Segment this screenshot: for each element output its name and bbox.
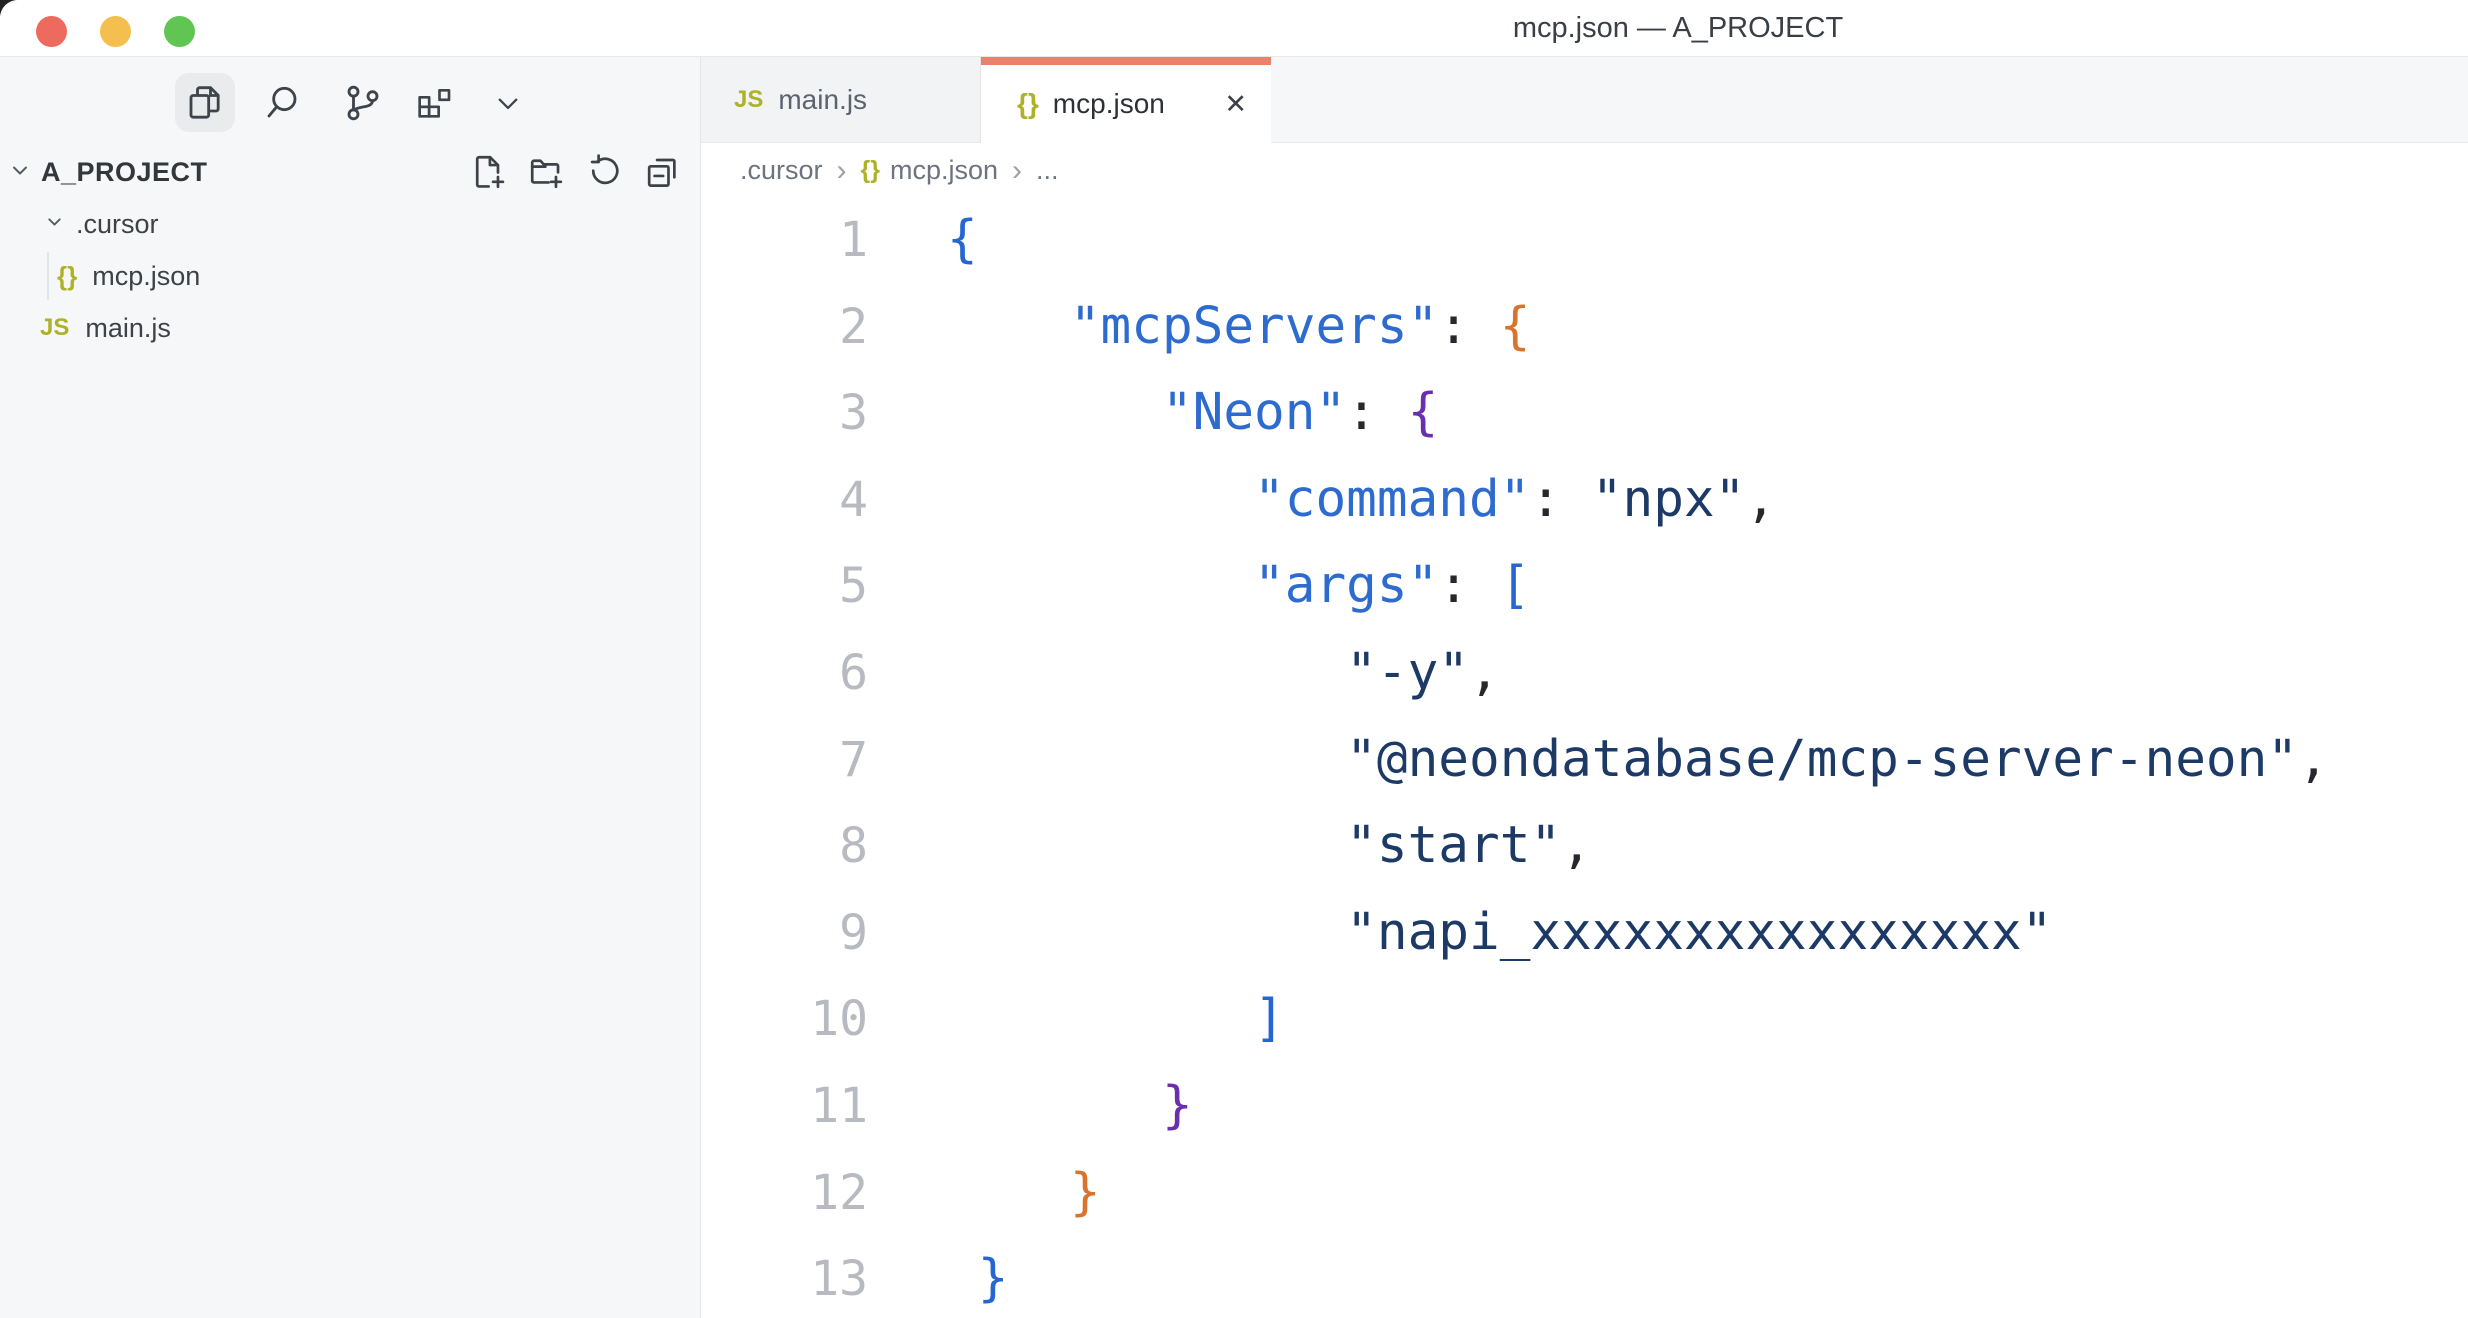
search-view-button[interactable] (252, 73, 312, 132)
code-text: "args": [ (947, 543, 1530, 630)
minimize-window-button[interactable] (100, 16, 131, 47)
tab-mcp-json[interactable]: {} mcp.json ✕ (981, 57, 1271, 143)
new-folder-button[interactable] (524, 150, 568, 194)
traffic-lights (36, 16, 195, 47)
tree-item-cursor-folder[interactable]: .cursor (0, 198, 700, 250)
line-number: 8 (701, 803, 868, 890)
js-file-icon: JS (734, 86, 763, 114)
tree-item-label: .cursor (76, 209, 159, 240)
new-file-button[interactable] (466, 150, 510, 194)
code-line[interactable]: 5 "args": [ (701, 543, 2468, 630)
close-tab-icon[interactable]: ✕ (1224, 91, 1247, 118)
json-file-icon: {} (1017, 88, 1039, 120)
code-text: { (947, 197, 978, 284)
json-file-icon: {} (57, 261, 77, 292)
new-file-icon (469, 153, 507, 191)
tab-main-js[interactable]: JS main.js (701, 57, 981, 142)
editor-group: JS main.js {} mcp.json ✕ .cursor › {} mc… (701, 57, 2468, 1318)
tab-label: mcp.json (1053, 88, 1165, 120)
json-file-icon: {} (861, 156, 880, 185)
code-line[interactable]: 8 "start", (701, 803, 2468, 890)
tree-item-main-js[interactable]: JS main.js (0, 302, 700, 354)
code-line[interactable]: 3 "Neon": { (701, 370, 2468, 457)
code-line[interactable]: 10 ] (701, 976, 2468, 1063)
breadcrumb-file[interactable]: mcp.json (890, 155, 998, 186)
breadcrumb-folder[interactable]: .cursor (740, 155, 823, 186)
code-text: "-y", (947, 630, 1500, 717)
tab-label: main.js (778, 84, 867, 116)
explorer-view-button[interactable] (175, 73, 235, 132)
line-number: 6 (701, 630, 868, 717)
line-number: 2 (701, 284, 868, 371)
code-line[interactable]: 13 } (701, 1236, 2468, 1318)
files-icon (185, 83, 225, 123)
code-text: "Neon": { (947, 370, 1438, 457)
tree-item-label: mcp.json (92, 261, 200, 292)
extensions-view-button[interactable] (403, 73, 463, 132)
line-number: 10 (701, 976, 868, 1063)
collapse-all-icon (643, 153, 681, 191)
code-text: } (947, 1150, 1101, 1237)
search-icon (262, 83, 302, 123)
code-line[interactable]: 6 "-y", (701, 630, 2468, 717)
refresh-explorer-button[interactable] (582, 150, 626, 194)
line-number: 4 (701, 457, 868, 544)
tree-item-label: main.js (85, 313, 171, 344)
line-number: 9 (701, 890, 868, 977)
code-text: "command": "npx", (947, 457, 1776, 544)
line-number: 3 (701, 370, 868, 457)
breadcrumb: .cursor › {} mcp.json › ... (701, 143, 2468, 198)
project-root-label: A_PROJECT (41, 157, 208, 188)
code-text: "@neondatabase/mcp-server-neon", (947, 717, 2329, 804)
tree-item-mcp-json[interactable]: {} mcp.json (0, 250, 700, 302)
views-dropdown-button[interactable] (478, 73, 538, 132)
refresh-icon (585, 153, 623, 191)
titlebar: mcp.json — A_PROJECT (0, 0, 2468, 57)
line-number: 1 (701, 197, 868, 284)
code-line[interactable]: 12 } (701, 1150, 2468, 1237)
code-line[interactable]: 1{ (701, 197, 2468, 284)
indent-guide (47, 252, 49, 300)
chevron-right-icon: › (837, 154, 847, 188)
explorer-actions (466, 146, 684, 198)
new-folder-icon (527, 153, 565, 191)
editor-window: mcp.json — A_PROJECT (0, 0, 2468, 1318)
code-line[interactable]: 11 } (701, 1063, 2468, 1150)
code-text: "mcpServers": { (947, 284, 1530, 371)
code-text: } (947, 1236, 1008, 1318)
code-text: ] (947, 976, 1285, 1063)
code-text: } (947, 1063, 1193, 1150)
code-line[interactable]: 4 "command": "npx", (701, 457, 2468, 544)
line-number: 7 (701, 717, 868, 804)
collapse-folders-button[interactable] (640, 150, 684, 194)
js-file-icon: JS (40, 314, 69, 342)
line-number: 12 (701, 1150, 868, 1237)
code-line[interactable]: 9 "napi_xxxxxxxxxxxxxxxx" (701, 890, 2468, 977)
line-number: 11 (701, 1063, 868, 1150)
zoom-window-button[interactable] (164, 16, 195, 47)
code-text: "napi_xxxxxxxxxxxxxxxx" (947, 890, 2052, 977)
extensions-icon (413, 83, 453, 123)
code-area[interactable]: 1{2 "mcpServers": {3 "Neon": {4 "command… (701, 197, 2468, 1318)
chevron-right-icon: › (1012, 154, 1022, 188)
close-window-button[interactable] (36, 16, 67, 47)
code-line[interactable]: 2 "mcpServers": { (701, 284, 2468, 371)
tab-bar: JS main.js {} mcp.json ✕ (701, 57, 2468, 143)
chevron-down-icon (8, 158, 32, 187)
chevron-down-icon (44, 211, 65, 237)
breadcrumb-symbol[interactable]: ... (1036, 155, 1059, 186)
source-control-icon (343, 83, 383, 123)
line-number: 5 (701, 543, 868, 630)
source-control-icon-button[interactable] (333, 73, 393, 132)
line-number: 13 (701, 1236, 868, 1318)
code-line[interactable]: 7 "@neondatabase/mcp-server-neon", (701, 717, 2468, 804)
sidebar: A_PROJECT (0, 57, 701, 1318)
chevron-down-icon (490, 85, 526, 121)
code-text: "start", (947, 803, 1592, 890)
window-title: mcp.json — A_PROJECT (1513, 0, 1843, 56)
